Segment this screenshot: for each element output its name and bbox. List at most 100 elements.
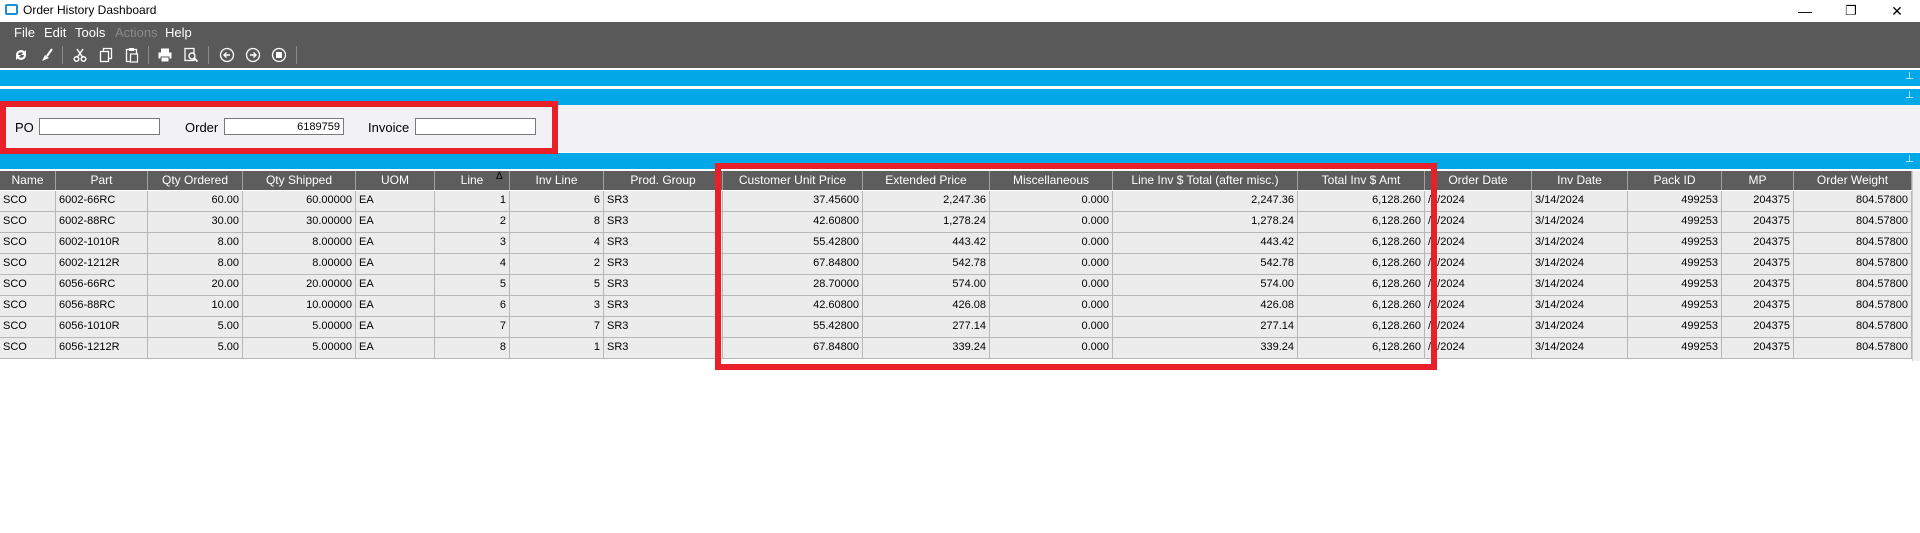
cell-qty-ordered[interactable]: 8.00 xyxy=(148,254,243,275)
cell-extended-price[interactable]: 277.14 xyxy=(863,317,990,338)
print-preview-icon[interactable] xyxy=(182,46,200,64)
cell-prod-group[interactable]: SR3 xyxy=(604,233,723,254)
pin-icon[interactable]: ⊥ xyxy=(1905,71,1914,82)
cell-line-inv-total[interactable]: 443.42 xyxy=(1113,233,1298,254)
cell-total-inv-amt[interactable]: 6,128.260 xyxy=(1298,254,1425,275)
menu-edit[interactable]: Edit xyxy=(44,25,66,40)
cell-line-inv-total[interactable]: 277.14 xyxy=(1113,317,1298,338)
column-header-uom[interactable]: UOM xyxy=(356,171,435,190)
vertical-scrollbar[interactable] xyxy=(1912,171,1920,361)
cell-qty-ordered[interactable]: 5.00 xyxy=(148,317,243,338)
cell-mp[interactable]: 204375 xyxy=(1722,212,1794,233)
cell-extended-price[interactable]: 426.08 xyxy=(863,296,990,317)
cell-uom[interactable]: EA xyxy=(356,254,435,275)
order-input[interactable] xyxy=(224,118,344,135)
pin-icon[interactable]: ⊥ xyxy=(1905,90,1914,101)
paste-icon[interactable] xyxy=(123,46,141,64)
table-row[interactable]: SCO 6056-1010R 5.00 5.00000 EA 7 7 SR3 55.42800 2… xyxy=(0,317,1912,338)
pin-icon[interactable]: ⊥ xyxy=(1905,154,1914,165)
cell-miscellaneous[interactable]: 0.000 xyxy=(990,338,1113,359)
cell-uom[interactable]: EA xyxy=(356,212,435,233)
table-row[interactable]: SCO 6056-66RC 20.00 20.00000 EA 5 5 SR3 28.70000… xyxy=(0,275,1912,296)
cell-inv-line[interactable]: 5 xyxy=(510,275,604,296)
cell-order-weight[interactable]: 804.57800 xyxy=(1794,254,1912,275)
print-icon[interactable] xyxy=(156,46,174,64)
cell-customer-unit-price[interactable]: 55.42800 xyxy=(723,233,863,254)
cell-order-date[interactable]: /4/2024 xyxy=(1425,233,1532,254)
cell-miscellaneous[interactable]: 0.000 xyxy=(990,212,1113,233)
cell-part[interactable]: 6002-1010R xyxy=(56,233,148,254)
cell-prod-group[interactable]: SR3 xyxy=(604,338,723,359)
column-header-miscellaneous[interactable]: Miscellaneous xyxy=(990,171,1113,190)
cell-inv-date[interactable]: 3/14/2024 xyxy=(1532,191,1628,212)
cell-uom[interactable]: EA xyxy=(356,338,435,359)
cell-miscellaneous[interactable]: 0.000 xyxy=(990,191,1113,212)
copy-icon[interactable] xyxy=(97,46,115,64)
cell-line-inv-total[interactable]: 2,247.36 xyxy=(1113,191,1298,212)
cell-line[interactable]: 2 xyxy=(435,212,510,233)
cell-part[interactable]: 6056-66RC xyxy=(56,275,148,296)
column-header-order-date[interactable]: Order Date xyxy=(1425,171,1532,190)
cell-inv-line[interactable]: 1 xyxy=(510,338,604,359)
cell-order-weight[interactable]: 804.57800 xyxy=(1794,296,1912,317)
cell-order-date[interactable]: /4/2024 xyxy=(1425,275,1532,296)
cell-prod-group[interactable]: SR3 xyxy=(604,212,723,233)
cell-total-inv-amt[interactable]: 6,128.260 xyxy=(1298,212,1425,233)
cell-name[interactable]: SCO xyxy=(0,296,56,317)
cell-miscellaneous[interactable]: 0.000 xyxy=(990,275,1113,296)
table-row[interactable]: SCO 6002-66RC 60.00 60.00000 EA 1 6 SR3 37.45600… xyxy=(0,191,1912,212)
column-header-line-inv-total[interactable]: Line Inv $ Total (after misc.) xyxy=(1113,171,1298,190)
cell-total-inv-amt[interactable]: 6,128.260 xyxy=(1298,296,1425,317)
cell-order-weight[interactable]: 804.57800 xyxy=(1794,191,1912,212)
table-row[interactable]: SCO 6002-88RC 30.00 30.00000 EA 2 8 SR3 42.60800… xyxy=(0,212,1912,233)
cut-icon[interactable] xyxy=(71,46,89,64)
table-row[interactable]: SCO 6056-1212R 5.00 5.00000 EA 8 1 SR3 67.84800 3… xyxy=(0,338,1912,359)
cell-inv-line[interactable]: 2 xyxy=(510,254,604,275)
cell-miscellaneous[interactable]: 0.000 xyxy=(990,296,1113,317)
cell-order-weight[interactable]: 804.57800 xyxy=(1794,338,1912,359)
cell-extended-price[interactable]: 339.24 xyxy=(863,338,990,359)
cell-total-inv-amt[interactable]: 6,128.260 xyxy=(1298,275,1425,296)
cell-name[interactable]: SCO xyxy=(0,254,56,275)
cell-qty-shipped[interactable]: 60.00000 xyxy=(243,191,356,212)
cell-order-weight[interactable]: 804.57800 xyxy=(1794,275,1912,296)
cell-inv-date[interactable]: 3/14/2024 xyxy=(1532,275,1628,296)
column-header-part[interactable]: Part xyxy=(56,171,148,190)
cell-inv-line[interactable]: 8 xyxy=(510,212,604,233)
cell-qty-ordered[interactable]: 60.00 xyxy=(148,191,243,212)
cell-customer-unit-price[interactable]: 55.42800 xyxy=(723,317,863,338)
cell-mp[interactable]: 204375 xyxy=(1722,275,1794,296)
cell-name[interactable]: SCO xyxy=(0,212,56,233)
column-header-inv-line[interactable]: Inv Line xyxy=(510,171,604,190)
column-header-mp[interactable]: MP xyxy=(1722,171,1794,190)
cell-inv-date[interactable]: 3/14/2024 xyxy=(1532,233,1628,254)
cell-name[interactable]: SCO xyxy=(0,317,56,338)
cell-customer-unit-price[interactable]: 42.60800 xyxy=(723,212,863,233)
cell-total-inv-amt[interactable]: 6,128.260 xyxy=(1298,338,1425,359)
cell-prod-group[interactable]: SR3 xyxy=(604,275,723,296)
back-icon[interactable] xyxy=(218,46,236,64)
cell-inv-date[interactable]: 3/14/2024 xyxy=(1532,296,1628,317)
cell-inv-line[interactable]: 3 xyxy=(510,296,604,317)
cell-part[interactable]: 6056-1212R xyxy=(56,338,148,359)
cell-prod-group[interactable]: SR3 xyxy=(604,296,723,317)
cell-qty-ordered[interactable]: 8.00 xyxy=(148,233,243,254)
cell-prod-group[interactable]: SR3 xyxy=(604,317,723,338)
cell-name[interactable]: SCO xyxy=(0,233,56,254)
cell-qty-shipped[interactable]: 8.00000 xyxy=(243,233,356,254)
cell-uom[interactable]: EA xyxy=(356,233,435,254)
cell-part[interactable]: 6002-66RC xyxy=(56,191,148,212)
cell-pack-id[interactable]: 499253 xyxy=(1628,233,1722,254)
column-header-total-inv-amt[interactable]: Total Inv $ Amt xyxy=(1298,171,1425,190)
cell-total-inv-amt[interactable]: 6,128.260 xyxy=(1298,317,1425,338)
cell-extended-price[interactable]: 1,278.24 xyxy=(863,212,990,233)
home-icon[interactable] xyxy=(270,46,288,64)
cell-inv-date[interactable]: 3/14/2024 xyxy=(1532,212,1628,233)
cell-inv-line[interactable]: 6 xyxy=(510,191,604,212)
cell-pack-id[interactable]: 499253 xyxy=(1628,317,1722,338)
table-row[interactable]: SCO 6056-88RC 10.00 10.00000 EA 6 3 SR3 42.60800… xyxy=(0,296,1912,317)
cell-extended-price[interactable]: 542.78 xyxy=(863,254,990,275)
cell-qty-shipped[interactable]: 30.00000 xyxy=(243,212,356,233)
cell-extended-price[interactable]: 2,247.36 xyxy=(863,191,990,212)
cell-qty-shipped[interactable]: 5.00000 xyxy=(243,317,356,338)
